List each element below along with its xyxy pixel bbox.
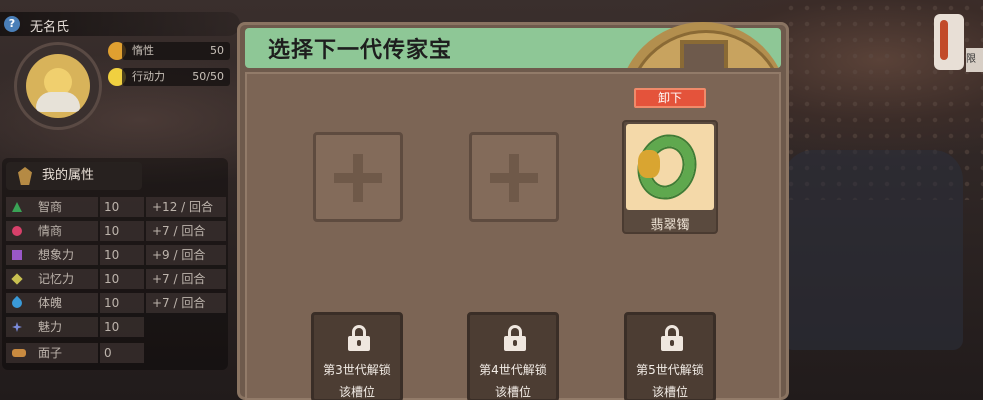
inertia-value: 50 <box>210 44 224 57</box>
attribute-name: 魅力 <box>38 320 63 334</box>
attribute-value: 10 <box>104 272 120 286</box>
player-name: 无名氏 <box>30 20 70 35</box>
attribute-name: 面子 <box>38 346 63 360</box>
locked-slot-gen4: 第4世代解锁 该槽位 <box>467 312 559 400</box>
eq-circle-icon <box>12 226 22 236</box>
locked-slot-line1: 第3世代解锁 <box>323 363 391 377</box>
attributes-badge-icon <box>18 167 32 185</box>
attribute-rate: +12 / 回合 <box>152 200 213 214</box>
exclamation-icon <box>940 20 948 60</box>
side-label: 限 <box>966 48 983 72</box>
attribute-value: 0 <box>104 346 112 360</box>
inertia-label: 惰性 <box>132 44 154 57</box>
lock-icon <box>504 325 526 351</box>
attribute-value: 10 <box>104 200 120 214</box>
background-couch <box>783 150 963 350</box>
attribute-name: 想象力 <box>38 248 75 262</box>
equipped-item-name: 翡翠镯 <box>650 218 690 233</box>
heirloom-slot-empty-1[interactable] <box>313 132 403 222</box>
side-menu-button[interactable] <box>934 14 964 70</box>
attribute-row-imagination: 想象力 10 +9 / 回合 <box>6 244 226 266</box>
help-icon[interactable]: ? <box>4 16 20 32</box>
locked-slot-line1: 第4世代解锁 <box>479 363 547 377</box>
attributes-title-bar: 我的属性 <box>6 162 142 190</box>
locked-slot-gen3: 第3世代解锁 该槽位 <box>311 312 403 400</box>
attribute-row-memory: 记忆力 10 +7 / 回合 <box>6 268 226 290</box>
heirloom-slot-empty-2[interactable] <box>469 132 559 222</box>
face-icon <box>12 349 26 357</box>
locked-slot-line1: 第5世代解锁 <box>636 363 704 377</box>
modal-title: 选择下一代传家宝 <box>268 38 453 63</box>
attribute-name: 智商 <box>38 200 63 214</box>
energy-label: 行动力 <box>132 70 165 83</box>
inertia-stat-bar: 惰性 50 <box>122 42 230 60</box>
locked-slot-gen5: 第5世代解锁 该槽位 <box>624 312 716 400</box>
attribute-value: 10 <box>104 320 120 334</box>
attribute-name: 体魄 <box>38 296 63 310</box>
attribute-row-charm: 魅力 10 <box>6 316 226 338</box>
energy-stat-bar: 行动力 50/50 <box>122 68 230 86</box>
attribute-rate: +9 / 回合 <box>152 248 206 262</box>
attributes-title: 我的属性 <box>42 168 95 183</box>
attribute-rate: +7 / 回合 <box>152 224 206 238</box>
attribute-row-iq: 智商 10 +12 / 回合 <box>6 196 226 218</box>
attribute-value: 10 <box>104 248 120 262</box>
unequip-button[interactable]: 卸下 <box>634 88 706 108</box>
attribute-name: 情商 <box>38 224 63 238</box>
lock-icon <box>661 325 683 351</box>
avatar[interactable] <box>26 54 90 118</box>
energy-value: 50/50 <box>192 70 224 83</box>
attribute-row-eq: 情商 10 +7 / 回合 <box>6 220 226 242</box>
imagination-square-icon <box>12 250 22 260</box>
bangle-gold-clasp <box>638 150 660 178</box>
lock-icon <box>348 325 370 351</box>
locked-slot-line2: 该槽位 <box>494 385 531 399</box>
locked-slot-line2: 该槽位 <box>651 385 688 399</box>
attribute-value: 10 <box>104 224 120 238</box>
attribute-row-face: 面子 0 <box>6 342 226 364</box>
locked-slot-line2: 该槽位 <box>338 385 375 399</box>
attribute-rate: +7 / 回合 <box>152 272 206 286</box>
attribute-name: 记忆力 <box>38 272 75 286</box>
attribute-value: 10 <box>104 296 120 310</box>
attribute-rate: +7 / 回合 <box>152 296 206 310</box>
attribute-row-physique: 体魄 10 +7 / 回合 <box>6 292 226 314</box>
